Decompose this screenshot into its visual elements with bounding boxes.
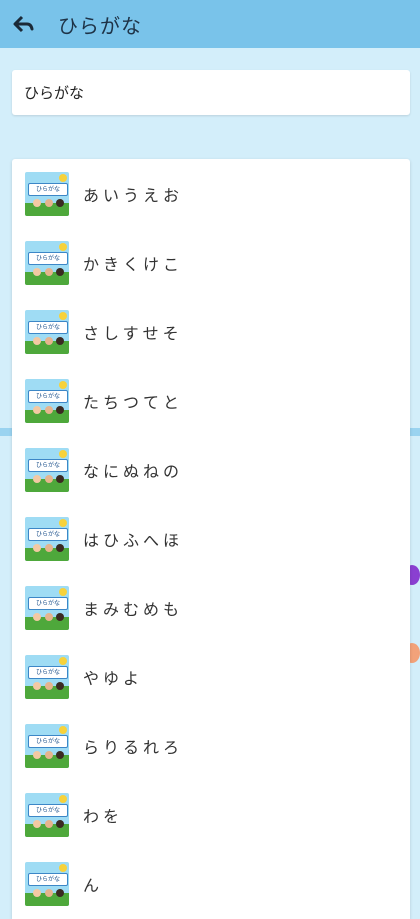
sun-icon	[59, 311, 67, 320]
child-figure	[56, 198, 64, 207]
hiragana-book-thumbnail-icon: ひらがな	[25, 723, 69, 768]
hiragana-list: ひらがな あいうえお ひらがな かきくけこ ひらがな さしすせそ ひらがな たちつてと ひらがな…	[12, 159, 410, 919]
list-item[interactable]: ひらがな さしすせそ	[12, 297, 410, 366]
child-figure	[45, 612, 53, 621]
list-item[interactable]: ひらがな なにぬねの	[12, 435, 410, 504]
list-item-label: らりるれろ	[83, 737, 184, 757]
child-figure	[33, 819, 41, 828]
child-figure	[33, 612, 41, 621]
child-figure	[45, 267, 53, 276]
child-figure	[33, 543, 41, 552]
arrow-back-icon	[13, 15, 34, 33]
back-button[interactable]	[4, 0, 44, 48]
list-item[interactable]: ひらがな わを	[12, 780, 410, 849]
list-item[interactable]: ひらがな まみむめも	[12, 573, 410, 642]
child-figure	[45, 888, 53, 897]
child-figure	[33, 267, 41, 276]
child-figure	[33, 750, 41, 759]
list-item[interactable]: ひらがな たちつてと	[12, 366, 410, 435]
child-figure	[56, 819, 64, 828]
sun-icon	[59, 794, 67, 803]
list-item-label: まみむめも	[83, 599, 184, 619]
child-figure	[45, 474, 53, 483]
thumbnail-label: ひらがな	[28, 872, 68, 886]
hiragana-book-thumbnail-icon: ひらがな	[25, 240, 69, 285]
hiragana-book-thumbnail-icon: ひらがな	[25, 792, 69, 837]
child-figure	[56, 681, 64, 690]
child-figure	[33, 474, 41, 483]
child-figure	[45, 543, 53, 552]
hiragana-book-thumbnail-icon: ひらがな	[25, 378, 69, 423]
child-figure	[45, 819, 53, 828]
thumbnail-label: ひらがな	[28, 389, 68, 403]
thumbnail-label: ひらがな	[28, 734, 68, 748]
hiragana-book-thumbnail-icon: ひらがな	[25, 171, 69, 216]
thumbnail-label: ひらがな	[28, 182, 68, 196]
list-item[interactable]: ひらがな あいうえお	[12, 159, 410, 228]
thumbnail-label: ひらがな	[28, 251, 68, 265]
thumbnail-label: ひらがな	[28, 596, 68, 610]
child-figure	[45, 336, 53, 345]
list-item[interactable]: ひらがな かきくけこ	[12, 228, 410, 297]
page-title: ひらがな	[58, 13, 142, 38]
sun-icon	[59, 173, 67, 182]
child-figure	[33, 198, 41, 207]
hiragana-book-thumbnail-icon: ひらがな	[25, 585, 69, 630]
list-item-label: あいうえお	[83, 185, 184, 205]
hiragana-book-thumbnail-icon: ひらがな	[25, 447, 69, 492]
thumbnail-label: ひらがな	[28, 665, 68, 679]
thumbnail-label: ひらがな	[28, 320, 68, 334]
thumbnail-label: ひらがな	[28, 803, 68, 817]
child-figure	[33, 336, 41, 345]
hiragana-book-thumbnail-icon: ひらがな	[25, 516, 69, 561]
sun-icon	[59, 725, 67, 734]
hiragana-book-thumbnail-icon: ひらがな	[25, 861, 69, 906]
list-item[interactable]: ひらがな やゆよ	[12, 642, 410, 711]
child-figure	[56, 405, 64, 414]
category-card: ひらがな	[12, 70, 410, 115]
sun-icon	[59, 380, 67, 389]
list-item-label: やゆよ	[83, 668, 144, 688]
child-figure	[56, 474, 64, 483]
child-figure	[45, 681, 53, 690]
child-figure	[56, 336, 64, 345]
child-figure	[56, 612, 64, 621]
child-figure	[56, 543, 64, 552]
sun-icon	[59, 656, 67, 665]
hiragana-book-thumbnail-icon: ひらがな	[25, 309, 69, 354]
child-figure	[45, 198, 53, 207]
list-item-label: はひふへほ	[83, 530, 184, 550]
list-item[interactable]: ひらがな はひふへほ	[12, 504, 410, 573]
child-figure	[56, 750, 64, 759]
list-item-label: さしすせそ	[83, 323, 183, 343]
list-item-label: たちつてと	[83, 392, 184, 412]
sun-icon	[59, 518, 67, 527]
list-item[interactable]: ひらがな らりるれろ	[12, 711, 410, 780]
sun-icon	[59, 449, 67, 458]
child-figure	[33, 681, 41, 690]
app-bar: ひらがな	[0, 0, 420, 48]
list-item-label: ん	[83, 875, 104, 895]
child-figure	[45, 405, 53, 414]
list-item-label: かきくけこ	[83, 254, 184, 274]
sun-icon	[59, 863, 67, 872]
thumbnail-label: ひらがな	[28, 458, 68, 472]
child-figure	[45, 750, 53, 759]
list-item-label: なにぬねの	[83, 461, 184, 481]
thumbnail-label: ひらがな	[28, 527, 68, 541]
list-item-label: わを	[83, 806, 124, 826]
category-label: ひらがな	[24, 84, 85, 102]
sun-icon	[59, 242, 67, 251]
child-figure	[33, 405, 41, 414]
list-item[interactable]: ひらがな ん	[12, 849, 410, 918]
sun-icon	[59, 587, 67, 596]
hiragana-book-thumbnail-icon: ひらがな	[25, 654, 69, 699]
child-figure	[56, 267, 64, 276]
child-figure	[56, 888, 64, 897]
child-figure	[33, 888, 41, 897]
